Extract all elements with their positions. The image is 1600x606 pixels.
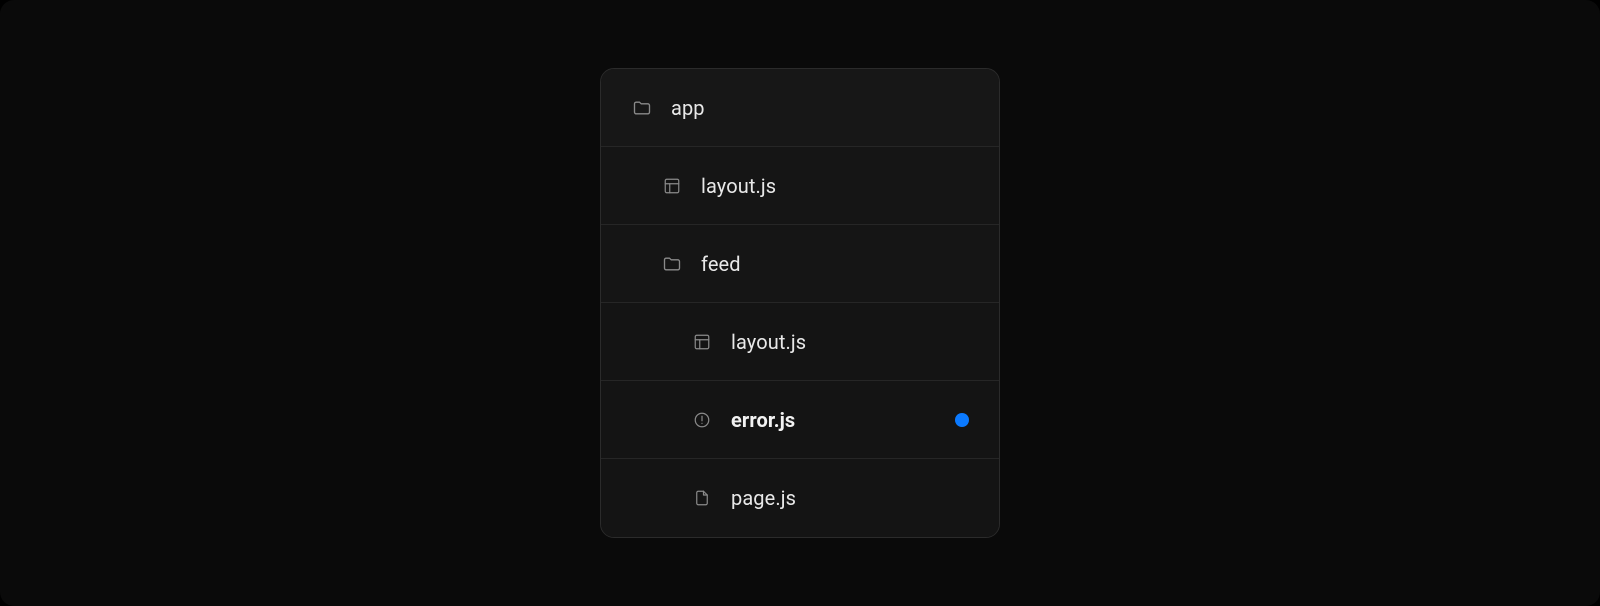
canvas: app layout.js feed (0, 0, 1600, 606)
tree-item-page[interactable]: page.js (601, 459, 999, 537)
tree-item-label: app (671, 96, 705, 120)
folder-icon (661, 253, 683, 275)
tree-item-label: layout.js (731, 330, 806, 354)
folder-icon (631, 97, 653, 119)
tree-item-layout-feed[interactable]: layout.js (601, 303, 999, 381)
tree-item-app[interactable]: app (601, 69, 999, 147)
layout-icon (661, 175, 683, 197)
status-dot-icon (955, 413, 969, 427)
file-tree-panel: app layout.js feed (600, 68, 1000, 538)
error-icon (691, 409, 713, 431)
tree-item-label: page.js (731, 486, 796, 510)
tree-item-label: feed (701, 252, 741, 276)
tree-item-label: layout.js (701, 174, 776, 198)
file-icon (691, 487, 713, 509)
layout-icon (691, 331, 713, 353)
tree-item-layout-root[interactable]: layout.js (601, 147, 999, 225)
tree-item-label: error.js (731, 408, 795, 432)
tree-item-error[interactable]: error.js (601, 381, 999, 459)
tree-item-feed[interactable]: feed (601, 225, 999, 303)
